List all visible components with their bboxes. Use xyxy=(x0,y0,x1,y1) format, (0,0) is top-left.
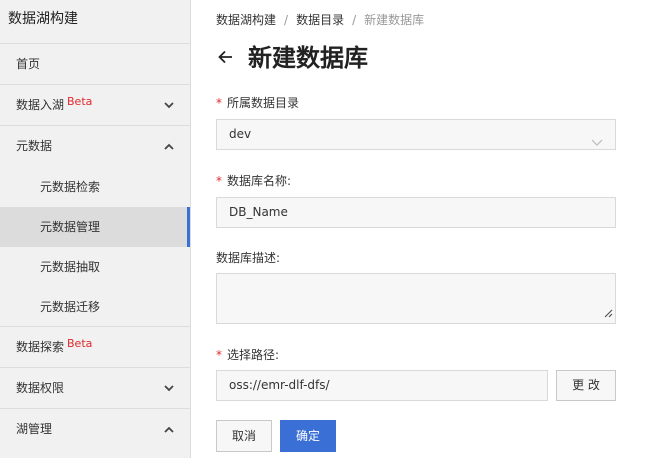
breadcrumb-separator: / xyxy=(352,13,357,27)
sidebar-item-label: 数据权限 xyxy=(16,381,65,395)
sidebar-item-label: 元数据检索 xyxy=(40,180,101,194)
breadcrumb-separator: / xyxy=(284,13,289,27)
sidebar-item-label: 湖管理 xyxy=(16,422,53,436)
breadcrumb-item-current: 新建数据库 xyxy=(364,13,425,27)
sidebar-item-label: 数据探索 xyxy=(16,340,65,354)
arrow-left-icon[interactable] xyxy=(216,47,236,67)
chevron-down-icon[interactable] xyxy=(164,368,174,408)
db-name-placeholder: DB_Name xyxy=(229,205,288,219)
resize-handle-icon[interactable] xyxy=(602,307,613,321)
chevron-down-icon[interactable] xyxy=(164,85,174,125)
db-description-label: 数据库描述: xyxy=(216,249,280,266)
sidebar-item-metadata-extraction[interactable]: 元数据抽取 xyxy=(0,247,190,287)
sidebar-item-metadata-migration[interactable]: 元数据迁移 xyxy=(0,287,190,327)
sidebar-item-data-exploration[interactable]: 数据探索 Beta xyxy=(0,327,190,368)
sidebar-item-home[interactable]: 首页 xyxy=(0,44,190,85)
chevron-down-icon xyxy=(591,129,603,158)
required-mark: * xyxy=(216,174,222,188)
db-description-label-text: 数据库描述: xyxy=(216,251,281,265)
breadcrumb-item-dlf[interactable]: 数据湖构建 xyxy=(216,13,276,27)
confirm-button[interactable]: 确定 xyxy=(280,420,336,452)
sidebar: 数据湖构建 首页 数据入湖 Beta 元数据 元数据检索 元数据管理 元数据抽取 … xyxy=(0,0,191,458)
cancel-button[interactable]: 取消 xyxy=(216,420,272,452)
sidebar-item-label: 元数据抽取 xyxy=(40,260,101,274)
chevron-up-icon[interactable] xyxy=(164,126,174,166)
sidebar-item-data-ingestion[interactable]: 数据入湖 Beta xyxy=(0,85,190,126)
chevron-up-icon[interactable] xyxy=(164,409,174,449)
breadcrumb-item-catalog[interactable]: 数据目录 xyxy=(296,13,344,27)
beta-badge: Beta xyxy=(67,337,93,350)
catalog-select-value: dev xyxy=(229,127,252,141)
sidebar-item-label: 首页 xyxy=(16,57,41,71)
change-path-button[interactable]: 更 改 xyxy=(556,370,616,401)
db-name-input[interactable]: DB_Name xyxy=(216,197,616,228)
sidebar-item-lake-management[interactable]: 湖管理 xyxy=(0,409,190,450)
sidebar-item-metadata-management[interactable]: 元数据管理 xyxy=(0,207,190,247)
db-name-label: * 数据库名称: xyxy=(216,172,291,189)
sidebar-item-metadata-search[interactable]: 元数据检索 xyxy=(0,167,190,207)
sidebar-title: 数据湖构建 xyxy=(0,0,190,44)
sidebar-item-label: 元数据管理 xyxy=(40,220,101,234)
page-title: 新建数据库 xyxy=(248,44,368,72)
sidebar-item-data-permissions[interactable]: 数据权限 xyxy=(0,368,190,409)
db-name-label-text: 数据库名称: xyxy=(227,174,292,188)
catalog-label: * 所属数据目录 xyxy=(216,94,299,111)
breadcrumb: 数据湖构建 / 数据目录 / 新建数据库 xyxy=(216,11,424,28)
catalog-label-text: 所属数据目录 xyxy=(227,96,300,110)
required-mark: * xyxy=(216,96,222,110)
required-mark: * xyxy=(216,348,222,362)
catalog-select[interactable]: dev xyxy=(216,119,616,150)
beta-badge: Beta xyxy=(67,95,93,108)
sidebar-item-label: 元数据迁移 xyxy=(40,300,101,314)
db-description-textarea[interactable] xyxy=(216,273,616,324)
path-label-text: 选择路径: xyxy=(227,348,280,362)
path-value: oss://emr-dlf-dfs/ xyxy=(229,378,330,392)
path-label: * 选择路径: xyxy=(216,346,279,363)
sidebar-item-label: 元数据 xyxy=(16,139,53,153)
sidebar-item-label: 数据入湖 xyxy=(16,98,65,112)
path-input[interactable]: oss://emr-dlf-dfs/ xyxy=(216,370,548,401)
main-content: 数据湖构建 / 数据目录 / 新建数据库 新建数据库 * 所属数据目录 dev * 数据库名… xyxy=(192,0,659,458)
sidebar-item-metadata[interactable]: 元数据 xyxy=(0,126,190,167)
